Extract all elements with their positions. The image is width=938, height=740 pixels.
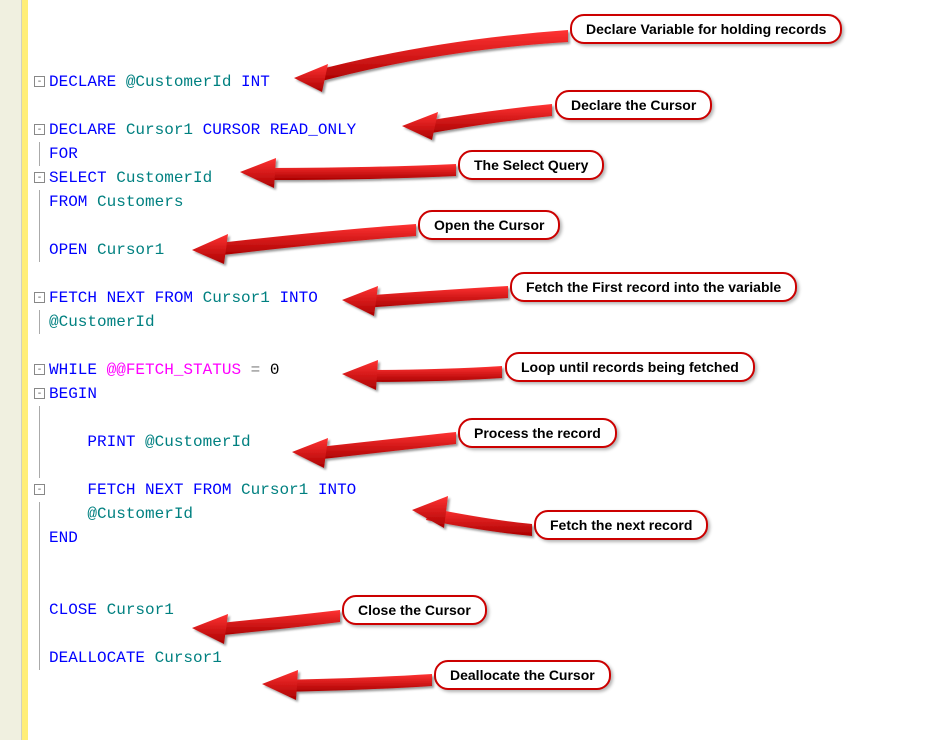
fold-toggle-icon[interactable]: -: [34, 76, 45, 87]
callout-loop: Loop until records being fetched: [505, 352, 755, 382]
code-line: @CustomerId: [34, 502, 934, 526]
cursor-name: Cursor1: [231, 481, 317, 499]
callout-deallocate: Deallocate the Cursor: [434, 660, 611, 690]
code-line: @CustomerId: [34, 310, 934, 334]
kw-for: FOR: [49, 145, 78, 163]
fetch-status: @@FETCH_STATUS: [97, 361, 241, 379]
blank-line: [34, 622, 934, 646]
callout-process: Process the record: [458, 418, 617, 448]
blank-line: [34, 550, 934, 574]
callout-close: Close the Cursor: [342, 595, 487, 625]
kw-declare: DECLARE: [49, 121, 116, 139]
kw-next: NEXT: [97, 289, 155, 307]
code-line: -WHILE @@FETCH_STATUS = 0: [34, 358, 934, 382]
kw-into: INTO: [318, 481, 356, 499]
code-line: -DECLARE @CustomerId INT: [34, 70, 934, 94]
cursor-name: Cursor1: [193, 289, 279, 307]
kw-readonly: READ_ONLY: [260, 121, 356, 139]
code-line: -FETCH NEXT FROM Cursor1 INTO: [34, 286, 934, 310]
kw-from: FROM: [155, 289, 193, 307]
blank-line: [34, 454, 934, 478]
fold-toggle-icon[interactable]: -: [34, 172, 45, 183]
blank-line: [34, 334, 934, 358]
cursor-name: Cursor1: [145, 649, 222, 667]
code-line: -DECLARE Cursor1 CURSOR READ_ONLY: [34, 118, 934, 142]
kw-open: OPEN: [49, 241, 87, 259]
tbl-customers: Customers: [87, 193, 183, 211]
kw-int: INT: [241, 73, 270, 91]
kw-into: INTO: [279, 289, 317, 307]
code-line: -BEGIN: [34, 382, 934, 406]
kw-declare: DECLARE: [49, 73, 116, 91]
kw-end: END: [49, 529, 78, 547]
fold-toggle-icon[interactable]: -: [34, 292, 45, 303]
callout-open-cursor: Open the Cursor: [418, 210, 560, 240]
blank-line: [34, 262, 934, 286]
var-customerid: @CustomerId: [116, 73, 241, 91]
callout-fetch-next: Fetch the next record: [534, 510, 708, 540]
kw-from: FROM: [49, 193, 87, 211]
var-customerid: @CustomerId: [87, 505, 193, 523]
kw-while: WHILE: [49, 361, 97, 379]
callout-declare-var: Declare Variable for holding records: [570, 14, 842, 44]
kw-deallocate: DEALLOCATE: [49, 649, 145, 667]
change-indicator-strip: [22, 0, 28, 740]
cursor-name: Cursor1: [116, 121, 202, 139]
gutter-margin: [0, 0, 22, 740]
code-line: OPEN Cursor1: [34, 238, 934, 262]
kw-fetch: FETCH: [49, 289, 97, 307]
op-eq: =: [241, 361, 270, 379]
fold-toggle-icon[interactable]: -: [34, 124, 45, 135]
kw-from: FROM: [193, 481, 231, 499]
callout-declare-cursor: Declare the Cursor: [555, 90, 712, 120]
kw-close: CLOSE: [49, 601, 97, 619]
blank-line: [34, 574, 934, 598]
callout-fetch-first: Fetch the First record into the variable: [510, 272, 797, 302]
kw-next: NEXT: [135, 481, 193, 499]
kw-begin: BEGIN: [49, 385, 97, 403]
var-customerid: @CustomerId: [49, 313, 155, 331]
lit-zero: 0: [270, 361, 280, 379]
cursor-name: Cursor1: [97, 601, 174, 619]
fold-toggle-icon[interactable]: -: [34, 484, 45, 495]
callout-select-query: The Select Query: [458, 150, 604, 180]
blank-line: [34, 94, 934, 118]
var-customerid: @CustomerId: [135, 433, 250, 451]
kw-fetch: FETCH: [87, 481, 135, 499]
kw-select: SELECT: [49, 169, 107, 187]
kw-cursor: CURSOR: [203, 121, 261, 139]
code-editor: -DECLARE @CustomerId INT -DECLARE Cursor…: [34, 0, 934, 740]
cursor-name: Cursor1: [87, 241, 164, 259]
code-line: END: [34, 526, 934, 550]
col-customerid: CustomerId: [107, 169, 213, 187]
kw-print: PRINT: [87, 433, 135, 451]
code-line: - FETCH NEXT FROM Cursor1 INTO: [34, 478, 934, 502]
fold-toggle-icon[interactable]: -: [34, 388, 45, 399]
fold-toggle-icon[interactable]: -: [34, 364, 45, 375]
